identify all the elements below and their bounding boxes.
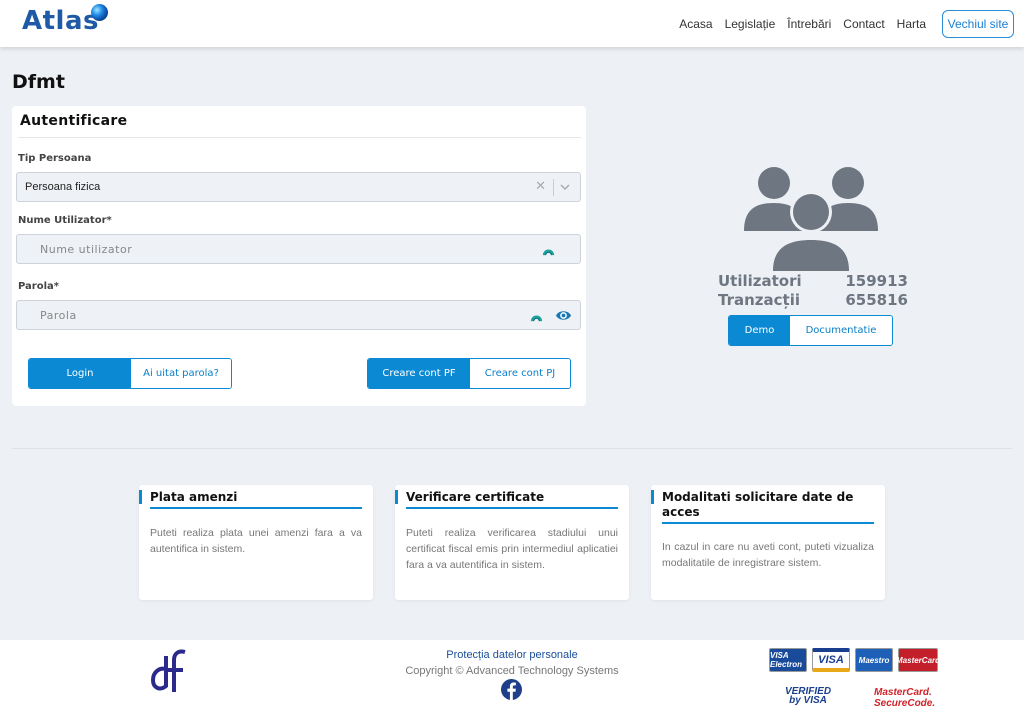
password-manager-icon[interactable]: [541, 242, 556, 257]
auth-card: Autentificare Tip Persoana Persoana fizi…: [12, 106, 586, 406]
tip-persoana-label: Tip Persoana: [18, 153, 92, 164]
top-navbar: Atlas Acasa Legislație Întrebări Contact…: [0, 0, 1024, 47]
card-accent-bar: [139, 490, 142, 504]
users-label: Utilizatori: [718, 272, 802, 290]
nav-acasa[interactable]: Acasa: [679, 17, 712, 31]
maestro-badge: Maestro: [855, 648, 893, 672]
card-title[interactable]: Verificare certificate: [406, 490, 618, 509]
info-card-modalitati-acces[interactable]: Modalitati solicitare date de acces In c…: [651, 485, 885, 600]
tip-persoana-value: Persoana fizica: [25, 181, 101, 193]
visa-electron-badge: VISA Electron: [769, 648, 807, 672]
info-card-plata-amenzi[interactable]: Plata amenzi Puteti realiza plata unei a…: [139, 485, 373, 600]
stats-button-group: Demo Documentatie: [728, 315, 893, 346]
card-title[interactable]: Plata amenzi: [150, 490, 362, 509]
transactions-value: 655816: [845, 291, 908, 309]
card-accent-bar: [651, 490, 654, 504]
globe-logo-icon: [91, 4, 108, 21]
page-title: Dfmt: [12, 71, 65, 93]
atlas-logo[interactable]: Atlas: [22, 6, 99, 36]
create-pj-button[interactable]: Creare cont PJ: [470, 359, 570, 388]
nav-intrebari[interactable]: Întrebări: [787, 17, 831, 31]
nav-harta[interactable]: Harta: [897, 17, 926, 31]
username-placeholder: Nume utilizator: [40, 243, 133, 256]
password-input[interactable]: Parola: [16, 300, 581, 330]
password-placeholder: Parola: [40, 309, 77, 322]
card-title[interactable]: Modalitati solicitare date de acces: [662, 490, 874, 524]
transactions-label: Tranzacții: [718, 291, 800, 309]
section-divider: [12, 448, 1012, 449]
verified-by-visa-logo: VERIFIED by VISA: [784, 686, 832, 706]
nav-legislatie[interactable]: Legislație: [725, 17, 776, 31]
footer: Protecția datelor personale Copyright © …: [0, 640, 1024, 717]
main-nav: Acasa Legislație Întrebări Contact Harta: [679, 17, 926, 31]
users-group-icon: [744, 167, 878, 273]
card-body: Puteti realiza plata unei amenzi fara a …: [150, 527, 362, 555]
password-label: Parola*: [18, 281, 60, 292]
mastercard-badge: MasterCard: [896, 648, 940, 672]
login-button-group: Login Ai uitat parola?: [28, 358, 232, 389]
forgot-password-button[interactable]: Ai uitat parola?: [131, 359, 231, 388]
eye-icon[interactable]: [555, 308, 572, 323]
login-button[interactable]: Login: [29, 359, 131, 388]
auth-divider: [18, 137, 581, 138]
auth-title: Autentificare: [20, 113, 128, 129]
card-accent-bar: [395, 490, 398, 504]
transactions-stat: Tranzacții 655816: [718, 291, 908, 309]
card-body: Puteti realiza verificarea stadiului unu…: [406, 527, 618, 571]
username-input[interactable]: Nume utilizator: [16, 234, 581, 264]
users-stat: Utilizatori 159913: [718, 272, 908, 290]
create-pf-button[interactable]: Creare cont PF: [368, 359, 470, 388]
create-account-button-group: Creare cont PF Creare cont PJ: [367, 358, 571, 389]
info-card-verificare-certificate[interactable]: Verificare certificate Puteti realiza ve…: [395, 485, 629, 600]
chevron-down-icon[interactable]: [559, 180, 571, 194]
select-separator: [553, 179, 554, 196]
nav-contact[interactable]: Contact: [843, 17, 884, 31]
users-value: 159913: [845, 272, 908, 290]
demo-button[interactable]: Demo: [729, 316, 790, 345]
old-site-button[interactable]: Vechiul site: [942, 10, 1014, 38]
mastercard-securecode-logo: MasterCard. SecureCode.: [874, 687, 936, 709]
password-manager-icon[interactable]: [529, 308, 544, 323]
visa-badge: VISA: [812, 648, 850, 672]
username-label: Nume Utilizator*: [18, 215, 112, 226]
docs-button[interactable]: Documentatie: [790, 316, 892, 345]
card-body: In cazul in care nu aveti cont, puteti v…: [662, 541, 874, 569]
facebook-icon[interactable]: [501, 679, 522, 700]
tip-persoana-select[interactable]: Persoana fizica ✕: [16, 172, 581, 202]
clear-icon[interactable]: ✕: [535, 179, 546, 194]
